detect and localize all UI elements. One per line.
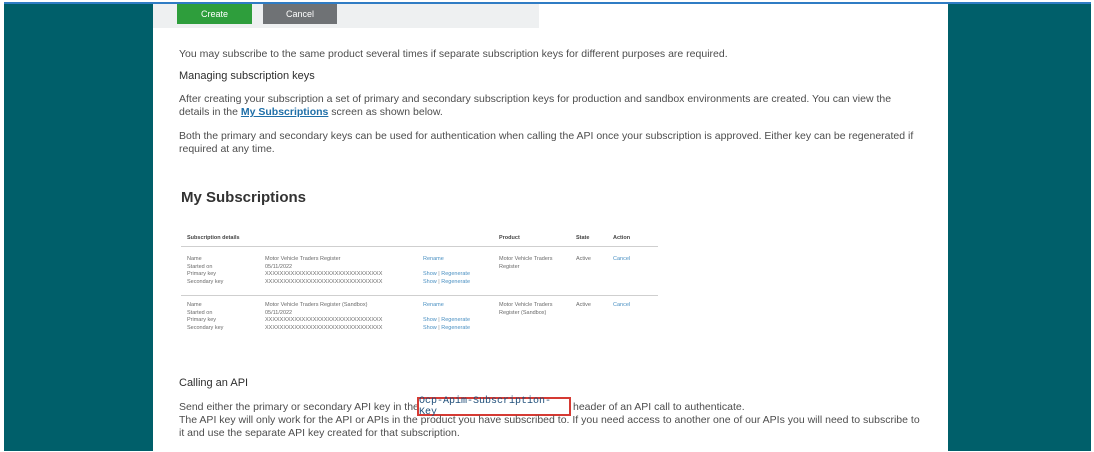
managing-p1-text-before: details in the [179, 106, 241, 118]
calling-line-1-after: header of an API call to authenticate. [573, 401, 745, 413]
row-1-state: Active [576, 256, 591, 262]
header-product: Product [499, 235, 520, 241]
row-1-values: Motor Vehicle Traders Register 05/11/202… [265, 256, 383, 285]
create-button[interactable]: Create [177, 4, 252, 24]
intro-text: You may subscribe to the same product se… [179, 48, 728, 60]
managing-keys-heading: Managing subscription keys [179, 70, 315, 82]
calling-line-3: it and use the separate API key created … [179, 427, 460, 439]
row-1-secondary-show-link[interactable]: Show [423, 279, 437, 285]
header-action: Action [613, 235, 631, 241]
table-divider [181, 295, 658, 296]
row-1-primary-regenerate-link[interactable]: Regenerate [441, 271, 470, 277]
row-2-state: Active [576, 302, 591, 308]
my-subscriptions-title: My Subscriptions [181, 189, 307, 206]
row-1-product: Motor Vehicle Traders Register [499, 256, 553, 270]
calling-api-heading: Calling an API [179, 377, 249, 389]
row-2-field-labels: Name Started on Primary key Secondary ke… [187, 302, 224, 331]
row-2-product: Motor Vehicle Traders Register (Sandbox) [499, 302, 553, 316]
managing-p2-line2: required at any time. [179, 143, 275, 155]
managing-p1-line1: After creating your subscription a set o… [179, 93, 892, 105]
row-1-cancel-link[interactable]: Cancel [613, 256, 630, 264]
separator: | [438, 325, 440, 331]
table-divider [181, 246, 658, 247]
managing-paragraph-1: After creating your subscription a set o… [179, 93, 891, 119]
calling-line-1-before: Send either the primary or secondary API… [179, 401, 419, 413]
row-1-primary-key-actions: Show | Regenerate [423, 271, 470, 279]
calling-line-2: The API key will only work for the API o… [179, 414, 920, 426]
row-2-secondary-regenerate-link[interactable]: Regenerate [441, 325, 470, 331]
row-1-rename-link[interactable]: Rename [423, 256, 444, 264]
my-subscriptions-link[interactable]: My Subscriptions [241, 106, 329, 118]
row-1-secondary-key-actions: Show | Regenerate [423, 279, 470, 287]
app-window: Create Cancel You may subscribe to the s… [4, 2, 1091, 451]
row-1-primary-show-link[interactable]: Show [423, 271, 437, 277]
row-1-field-labels: Name Started on Primary key Secondary ke… [187, 256, 224, 285]
row-2-values: Motor Vehicle Traders Register (Sandbox)… [265, 302, 383, 331]
row-2-primary-show-link[interactable]: Show [423, 317, 437, 323]
form-action-bar: Create Cancel [153, 4, 539, 28]
row-2-secondary-key-actions: Show | Regenerate [423, 325, 470, 333]
header-state: State [576, 235, 590, 241]
managing-p2-line1: Both the primary and secondary keys can … [179, 130, 914, 142]
row-2-cancel-link[interactable]: Cancel [613, 302, 630, 310]
separator: | [438, 271, 440, 277]
managing-paragraph-2: Both the primary and secondary keys can … [179, 130, 913, 156]
separator: | [438, 317, 440, 323]
row-2-secondary-show-link[interactable]: Show [423, 325, 437, 331]
cancel-button[interactable]: Cancel [263, 4, 337, 24]
row-2-primary-regenerate-link[interactable]: Regenerate [441, 317, 470, 323]
row-2-rename-link[interactable]: Rename [423, 302, 444, 310]
row-2-primary-key-actions: Show | Regenerate [423, 317, 470, 325]
row-1-secondary-regenerate-link[interactable]: Regenerate [441, 279, 470, 285]
separator: | [438, 279, 440, 285]
calling-paragraph-2: The API key will only work for the API o… [179, 414, 920, 440]
document-content: Create Cancel You may subscribe to the s… [153, 4, 948, 451]
managing-p1-text-after: screen as shown below. [328, 106, 443, 118]
header-subscription-details: Subscription details [187, 235, 240, 241]
